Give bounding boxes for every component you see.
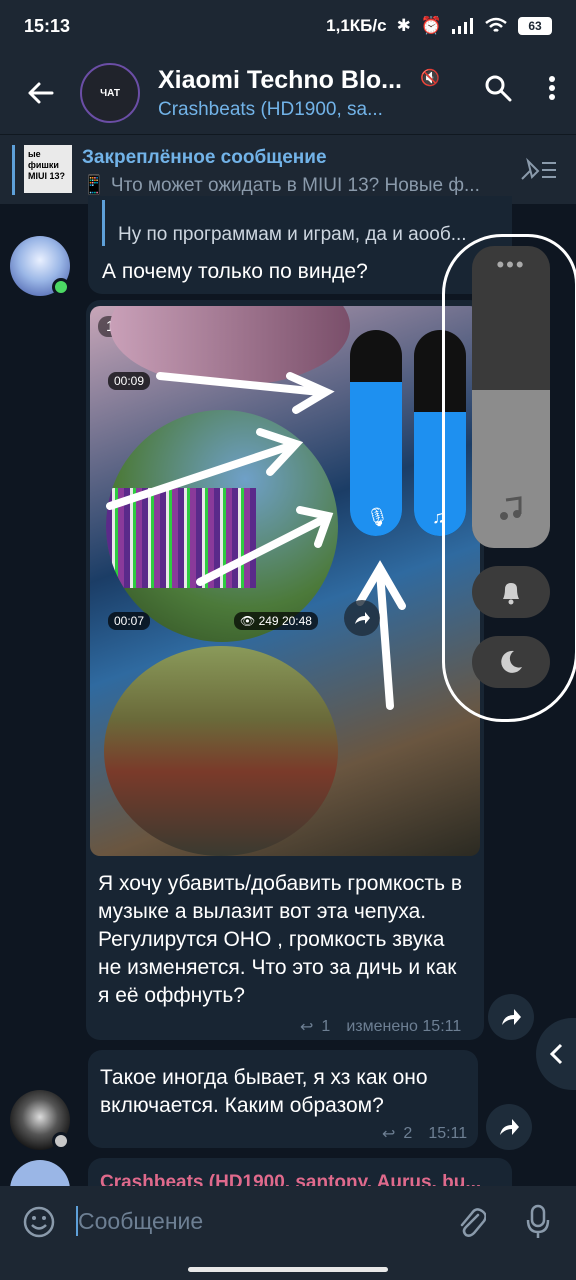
reply-icon: ↩ [382,1126,396,1143]
ringer-button[interactable] [472,566,550,618]
chat-subtitle: Crashbeats (HD1900, sa... [158,98,383,120]
reply-count: 2 [403,1125,413,1142]
message-bubble[interactable]: Такое иногда бывает, я хз как оно включа… [88,1050,478,1148]
chat-title: Xiaomi Techno Blo... [158,65,403,94]
system-nav-bar [0,1258,576,1280]
message-text: Я хочу убавить/добавить громкость в музы… [98,872,463,1007]
video-collage[interactable]: 119,3 KB 00:09 00:07 👁 249 20:48 🎙 ♫ [90,306,480,856]
chat-title-area[interactable]: Xiaomi Techno Blo... Crashbeats (HD1900,… [158,66,428,121]
pinned-indicator [12,145,15,195]
edited-time: изменено 15:11 [346,1018,462,1035]
arrow-left-icon [28,82,54,104]
share-arrow-icon [500,1119,519,1135]
microphone-icon[interactable] [526,1204,550,1240]
muted-icon: 🔇 [420,70,440,87]
forward-button[interactable] [486,1104,532,1150]
scroll-handle[interactable] [536,1018,576,1090]
share-arrow-icon [502,1009,521,1025]
forward-button[interactable] [488,994,534,1040]
pinned-thumbnail: ые фишки MIUI 13? [24,145,72,193]
share-arrow-icon [355,612,370,624]
reply-icon: ↩ [300,1019,314,1036]
network-speed: 1,1КБ/с [326,16,387,35]
online-indicator [52,278,70,296]
moon-icon [501,650,522,673]
message-text: А почему только по винде? [102,260,368,283]
message-meta: ↩ 1 изменено 15:11 [300,1017,461,1037]
pinned-message[interactable]: ые фишки MIUI 13? Закреплённое сообщение… [0,134,576,204]
pinned-body: 📱 Что может ожидать в MIUI 13? Новые ф..… [82,175,480,196]
more-icon[interactable] [548,75,556,101]
status-time: 15:13 [24,15,71,36]
offline-indicator [52,1132,70,1150]
emoji-icon[interactable] [22,1205,56,1239]
music-note-icon [500,496,522,520]
status-bar: 15:13 1,1КБ/с ✱ ⏰ 63 [0,0,576,52]
message-time: 15:11 [428,1125,468,1142]
drawn-arrows [106,372,406,710]
pin-list-icon[interactable] [518,157,558,183]
message-input-bar: Сообщение [0,1186,576,1258]
chat-avatar[interactable]: ЧАТ [80,63,140,123]
home-indicator[interactable] [188,1267,388,1272]
battery-icon: 63 [518,17,552,35]
volume-level-fill [472,390,550,548]
chevron-left-icon [549,1043,563,1065]
message-text: Такое иногда бывает, я хз как оно включа… [100,1066,428,1117]
pinned-title: Закреплённое сообщение [82,147,327,168]
attach-icon[interactable] [456,1205,486,1239]
chat-header: ЧАТ Xiaomi Techno Blo... Crashbeats (HD1… [0,52,576,134]
wifi-icon [485,17,507,32]
bell-icon [503,583,519,605]
search-icon[interactable] [484,74,512,102]
bluetooth-icon: ✱ [396,16,411,35]
volume-menu-dots[interactable]: ••• [472,252,550,278]
do-not-disturb-button[interactable] [472,636,550,688]
message-input[interactable]: Сообщение [78,1208,203,1235]
reply-quote-text: Ну по программам и играм, да и аооб... [118,224,467,245]
alarm-icon: ⏰ [420,16,442,35]
message-bubble[interactable]: Crashbeats (HD1900, santony, Aurus, bu..… [88,1158,512,1188]
volume-slider[interactable]: ••• [472,246,550,548]
reply-count: 1 [321,1018,331,1035]
back-button[interactable] [0,81,80,105]
reply-quote-bar [102,200,105,246]
chat-avatar-text: ЧАТ [100,87,120,99]
forward-button[interactable] [344,600,380,636]
message-meta: ↩ 2 15:11 [382,1124,467,1144]
signal-icon [452,18,473,34]
